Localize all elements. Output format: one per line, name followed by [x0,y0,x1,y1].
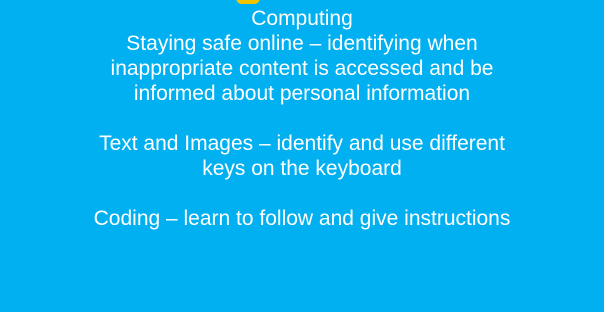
paragraph-line: Staying safe online – identifying when [126,32,478,55]
paragraph-line: Coding – learn to follow and give instru… [93,207,511,230]
page-title: Computing [251,7,353,30]
paragraph-line: inappropriate content is accessed and be [110,57,494,80]
paragraph-staying-safe-online: Staying safe online – identifying when i… [0,31,604,106]
slide-content: Computing Staying safe online – identify… [0,6,604,231]
paragraph-line: Text and Images – identify and use diffe… [99,132,505,155]
paragraph-coding: Coding – learn to follow and give instru… [0,206,604,231]
yellow-accent-shape [236,0,260,4]
paragraph-line: informed about personal information [133,82,471,105]
paragraph-line: keys on the keyboard [202,157,402,180]
paragraph-text-and-images: Text and Images – identify and use diffe… [0,131,604,181]
